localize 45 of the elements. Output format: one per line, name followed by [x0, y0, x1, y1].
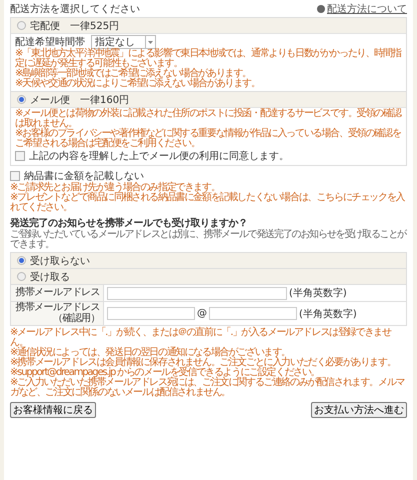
- note-text: ※お客様のプライバシーや著作権などに関する重要な情報が作品に入っている場合、受領の確認をご希望される場合は宅配便をご利用ください。: [15, 129, 402, 149]
- caret-icon: [148, 40, 153, 44]
- time-label: 配達希望時間帯: [15, 36, 85, 48]
- note-text: ※メール便とは荷物の外装に記載された住所のポストに投函・配達するサービスです。受領の確認は取れません。: [15, 109, 402, 129]
- note-text: ※support@dreampages.jp からのメールを受信できるようにご設定ください。: [10, 368, 320, 378]
- radio-button[interactable]: [17, 21, 26, 30]
- radio-button[interactable]: [17, 95, 26, 104]
- notice-option-label: 受け取る: [30, 270, 70, 284]
- note-text: ※「東北地方太平洋沖地震」による影響で東日本地域では、通常よりも日数がかかったり、時間指定に遅延が発生する可能性もございます。: [15, 49, 402, 69]
- notice-option-label: 受け取らない: [30, 254, 90, 268]
- note-text: ※プレゼントなどで商品に同梱される納品書に金額を記載したくない場合は、こちらにチェックを入れてください。: [10, 193, 406, 213]
- time-select[interactable]: 指定なし: [91, 35, 156, 49]
- note-text: ※携帯メールアドレスは会員情報に保存されません。ご注文ごとに入力いただく必要があります。: [10, 358, 397, 368]
- note-text: ※メールアドレス中に「.」が続く、または＠の直前に「.」が入るメールアドレスは登録できません。: [10, 328, 392, 348]
- note-text: ※ご入力いただいた携帯メールアドレス宛には、ご注文に関するご連絡のみが配信されます。メルマガなど、ご注文に関係のないメールは配信されません。: [10, 378, 406, 398]
- help-icon: [317, 4, 325, 12]
- checkbox[interactable]: [10, 171, 20, 181]
- section-title: 配送方法を選択してください: [10, 2, 140, 16]
- input-hint: (半角英数字): [289, 286, 347, 300]
- shipping-option-label: メール便: [30, 94, 70, 106]
- shipping-price: 一律525円: [70, 20, 120, 32]
- help-link[interactable]: 配送方法について: [317, 2, 407, 16]
- shipping-price: 一律160円: [80, 94, 130, 106]
- next-button[interactable]: お支払い方法へ進む: [311, 402, 407, 418]
- section-description: ご登録いただいているメールアドレスとは別に、携帯メールで発送完了のお知らせを受け取ることができます。: [10, 230, 407, 250]
- shipping-option-label: 宅配便: [30, 20, 60, 32]
- field-label: 携帯メールアドレス: [14, 288, 100, 298]
- back-button[interactable]: お客様情報に戻る: [10, 402, 96, 418]
- at-sign: @: [197, 308, 207, 319]
- input-hint: (半角英数字): [299, 308, 357, 320]
- field-label: 携帯メールアドレス: [14, 303, 100, 313]
- radio-button[interactable]: [17, 256, 26, 265]
- invoice-label: 納品書に金額を記載しない: [24, 170, 144, 182]
- agreement-label: 上記の内容を理解した上でメール便の利用に同意します。: [29, 150, 289, 163]
- radio-button[interactable]: [17, 272, 26, 281]
- input-field[interactable]: [107, 307, 195, 320]
- input-field[interactable]: [209, 307, 297, 320]
- note-text: ※島嶼部等一部地域ではご希望に添えない場合があります。: [15, 69, 251, 79]
- input-field[interactable]: [107, 286, 287, 300]
- field-sublabel: （確認用）: [52, 314, 100, 324]
- note-text: ※通信状況によっては、発送日の翌日の通知になる場合がございます。: [10, 348, 291, 358]
- checkbox[interactable]: [15, 151, 25, 161]
- note-text: ※ご請求先とお届け先が違う場合のみ指定できます。: [10, 183, 220, 193]
- note-text: ※天候や交通の状況によりご希望に添えない場合があります。: [15, 79, 261, 89]
- section-heading: 発送完了のお知らせを携帯メールでも受け取りますか？: [10, 216, 248, 229]
